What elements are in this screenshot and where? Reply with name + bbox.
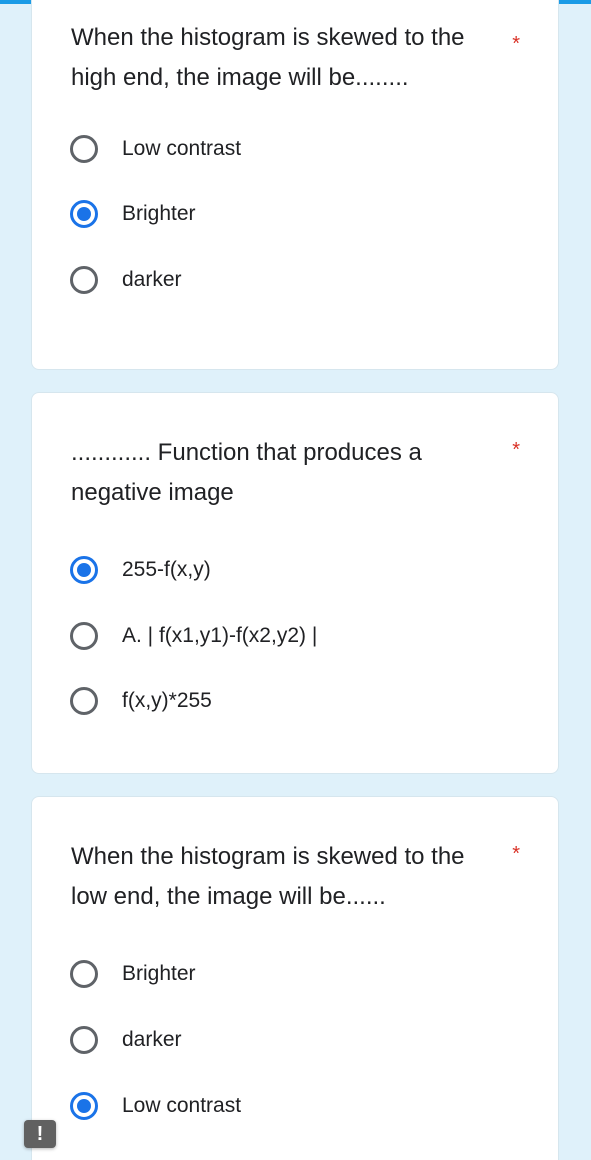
question-title: ............ Function that produces a ne… <box>71 439 422 506</box>
radio-checked-icon[interactable] <box>70 200 98 228</box>
required-asterisk: * <box>512 439 520 461</box>
option-label: Brighter <box>122 202 196 225</box>
radio-checked-icon[interactable] <box>70 556 98 584</box>
option-label: Low contrast <box>122 1094 242 1117</box>
option-darker[interactable]: darker <box>70 262 182 298</box>
required-asterisk: * <box>512 33 520 55</box>
required-asterisk: * <box>512 843 520 865</box>
question-card-1: When the histogram is skewed to the high… <box>31 0 559 370</box>
radio-unchecked-icon[interactable] <box>70 960 98 988</box>
report-problem-button[interactable]: ! <box>24 1120 56 1148</box>
option-label: darker <box>122 1028 182 1051</box>
radio-unchecked-icon[interactable] <box>70 266 98 294</box>
question-card-3: When the histogram is skewed to the low … <box>31 796 559 1160</box>
question-card-2: ............ Function that produces a ne… <box>31 392 559 774</box>
option-label: f(x,y)*255 <box>122 689 212 712</box>
radio-unchecked-icon[interactable] <box>70 1026 98 1054</box>
option-255-minus-f[interactable]: 255-f(x,y) <box>70 552 211 588</box>
radio-unchecked-icon[interactable] <box>70 687 98 715</box>
option-brighter[interactable]: Brighter <box>70 956 196 992</box>
question-title: When the histogram is skewed to the high… <box>71 24 465 91</box>
option-label: Brighter <box>122 962 196 985</box>
option-brighter[interactable]: Brighter <box>70 196 196 232</box>
radio-unchecked-icon[interactable] <box>70 622 98 650</box>
exclamation-icon: ! <box>36 1122 44 1145</box>
radio-checked-icon[interactable] <box>70 1092 98 1120</box>
option-absolute-difference[interactable]: A. | f(x1,y1)-f(x2,y2) | <box>70 618 317 654</box>
option-f-times-255[interactable]: f(x,y)*255 <box>70 683 212 719</box>
option-darker[interactable]: darker <box>70 1022 182 1058</box>
option-label: Low contrast <box>122 137 242 160</box>
question-title: When the histogram is skewed to the low … <box>71 843 465 910</box>
option-label: 255-f(x,y) <box>122 558 211 581</box>
radio-unchecked-icon[interactable] <box>70 135 98 163</box>
option-low-contrast[interactable]: Low contrast <box>70 1088 241 1124</box>
option-label: darker <box>122 268 182 291</box>
option-low-contrast[interactable]: Low contrast <box>70 131 241 167</box>
option-label: A. | f(x1,y1)-f(x2,y2) | <box>122 624 318 647</box>
